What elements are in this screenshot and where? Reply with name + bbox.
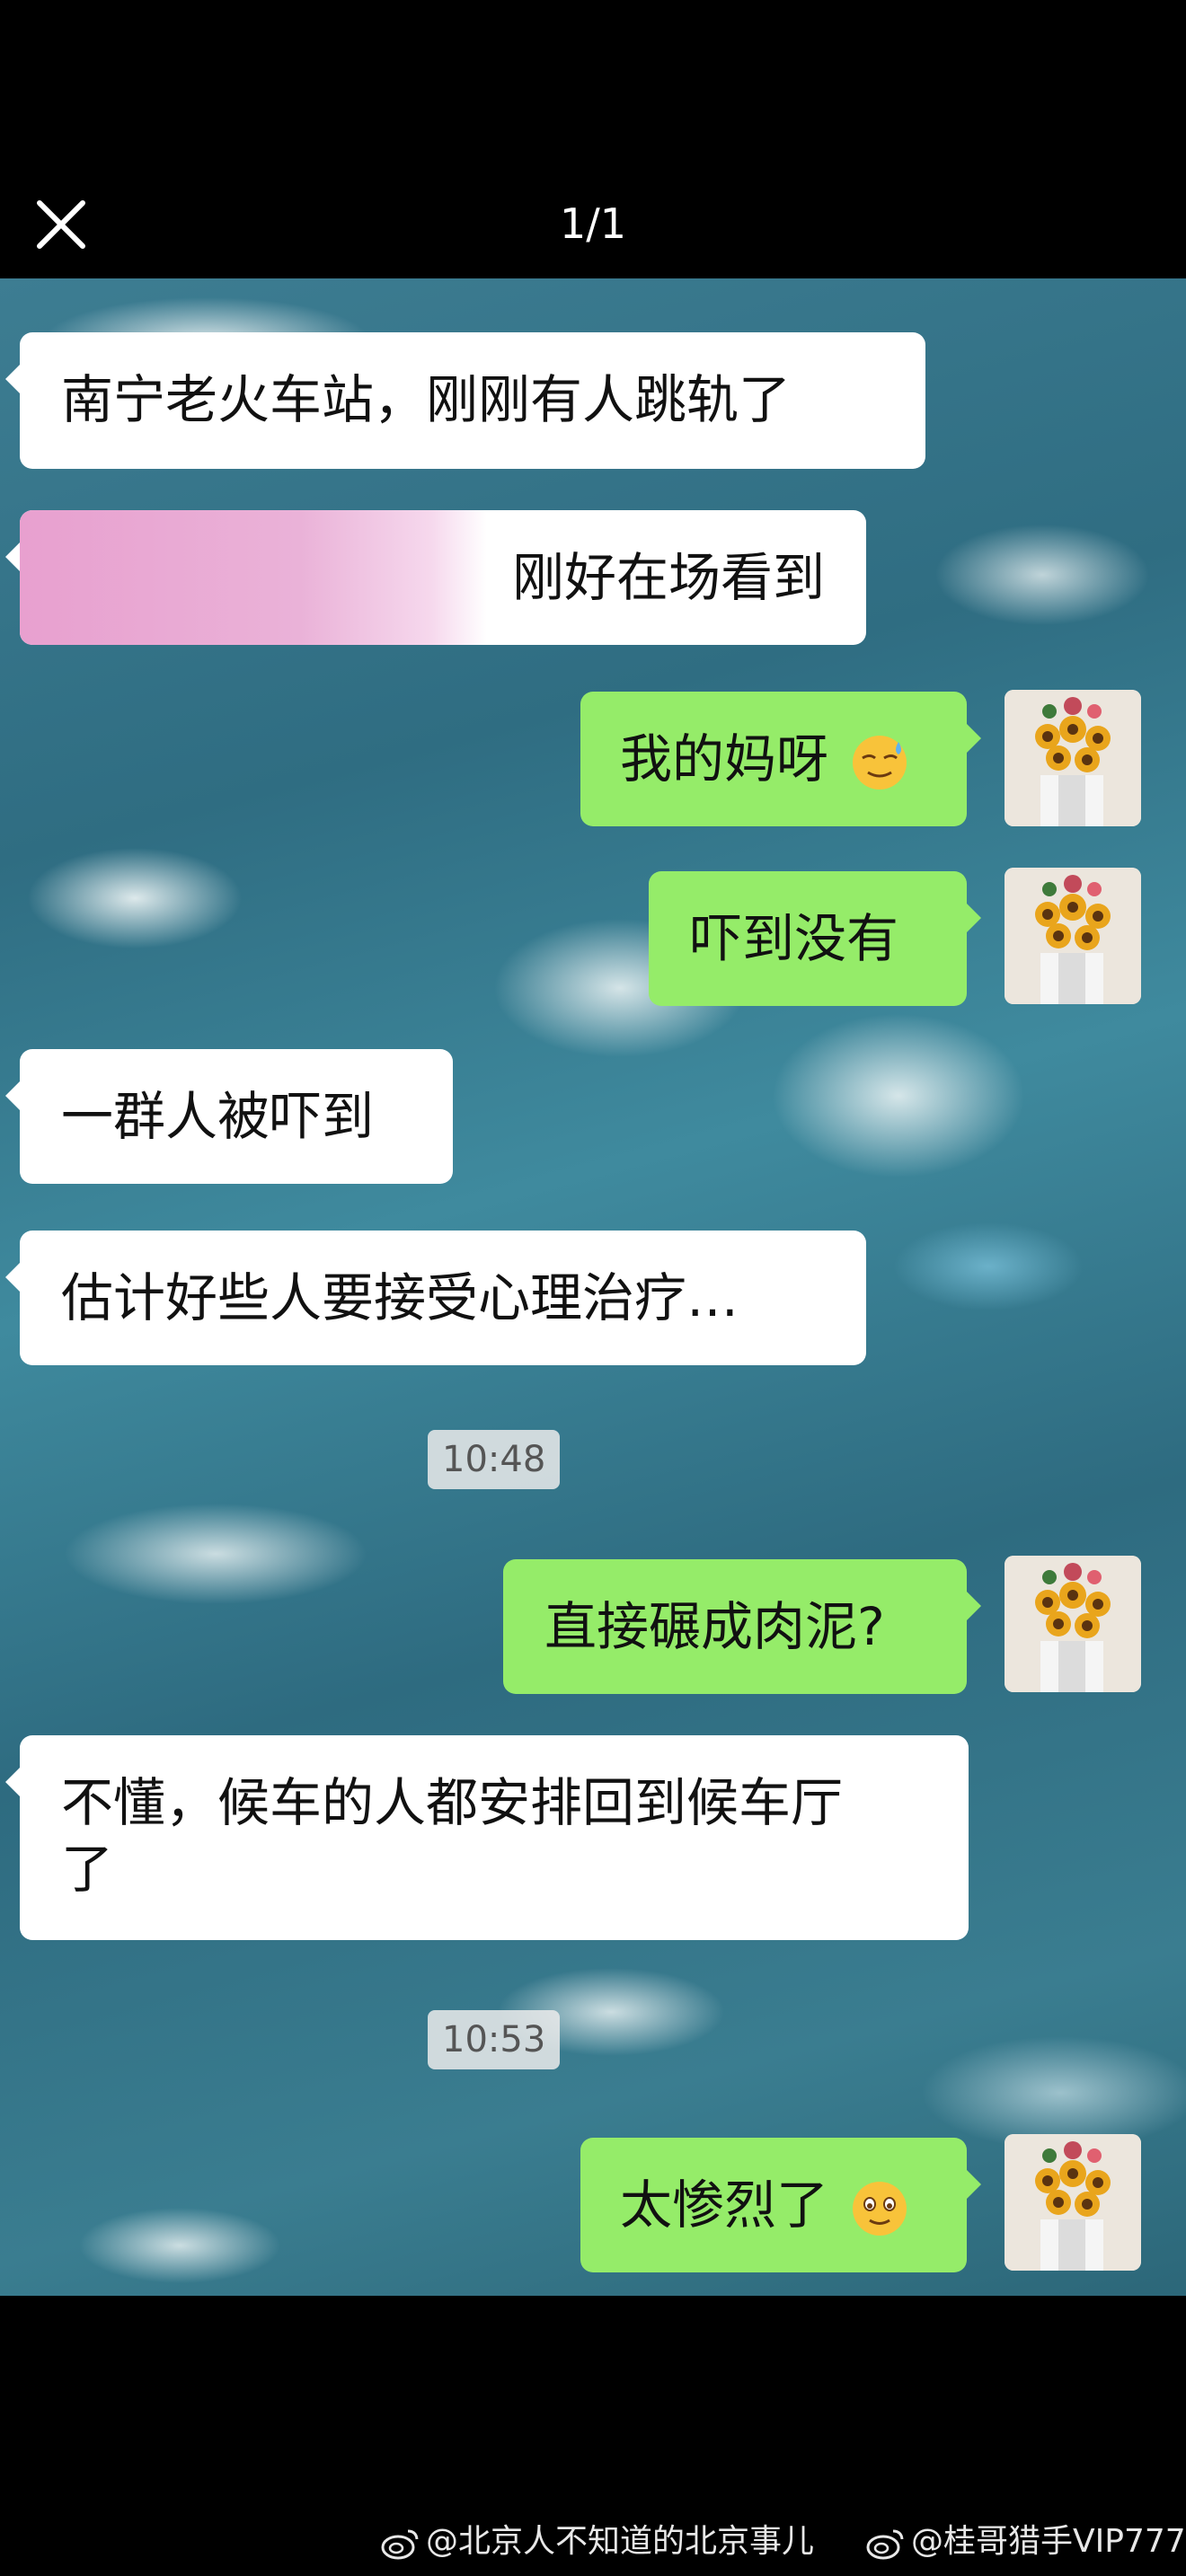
privacy-blur [20,510,487,645]
message-text: 吓到没有 [690,908,899,969]
message-bubble-incoming: 南宁老火车站，刚刚有人跳轨了 [5,332,925,469]
message-bubble-outgoing: 太惨烈了 [580,2138,981,2272]
message-text: 直接碾成肉泥? [544,1596,885,1657]
message-bubble-outgoing: 吓到没有 [649,871,981,1006]
credit-text: @桂哥猎手VIP777 [911,2523,1186,2560]
viewer-top-bar: 1/1 [0,0,1186,278]
message-text: 估计好些人要接受心理治疗… [61,1267,739,1328]
timestamp: 10:53 [428,2010,561,2069]
message-bubble-incoming: 不懂，候车的人都安排回到候车厅 了 [5,1735,969,1940]
message-text: 刚好在场看到 [511,547,825,608]
message-text: 一群人被吓到 [61,1086,375,1147]
message-text-line-1: 不懂，候车的人都安排回到候车厅 [61,1772,844,1833]
image-viewer[interactable]: 南宁老火车站，刚刚有人跳轨了 刚好在场看到 我的妈呀 吓到没有 一群人被吓到 估… [0,278,1186,2296]
message-bubble-incoming: 刚好在场看到 [5,510,866,645]
message-text: 太惨烈了 [620,2175,829,2236]
image-counter: 1/1 [559,199,627,248]
avatar[interactable] [1005,868,1141,1004]
message-bubble-incoming: 估计好些人要接受心理治疗… [5,1231,866,1365]
message-text: 我的妈呀 [620,728,829,790]
sunflower-bouquet-image [1005,690,1141,826]
weibo-icon [866,2529,904,2560]
sad-smile-emoji [853,2181,907,2236]
message-text-line-2: 了 [61,1839,114,1900]
avatar[interactable] [1005,690,1141,826]
message-text: 南宁老火车站，刚刚有人跳轨了 [61,369,792,430]
credit-watermark: @北京人不知道的北京事儿 [381,2515,814,2562]
timestamp: 10:48 [428,1430,561,1489]
message-bubble-incoming: 一群人被吓到 [5,1049,453,1184]
avatar[interactable] [1005,1556,1141,1692]
credit-watermark: @桂哥猎手VIP777 [866,2515,1186,2562]
sweat-smile-emoji [853,735,907,790]
sunflower-bouquet-image [1005,1556,1141,1692]
credit-text: @北京人不知道的北京事儿 [426,2523,815,2560]
weibo-icon [381,2529,419,2560]
sunflower-bouquet-image [1005,2134,1141,2271]
message-bubble-outgoing: 直接碾成肉泥? [503,1559,981,1694]
message-bubble-outgoing: 我的妈呀 [580,692,981,826]
avatar[interactable] [1005,2134,1141,2271]
sunflower-bouquet-image [1005,868,1141,1004]
